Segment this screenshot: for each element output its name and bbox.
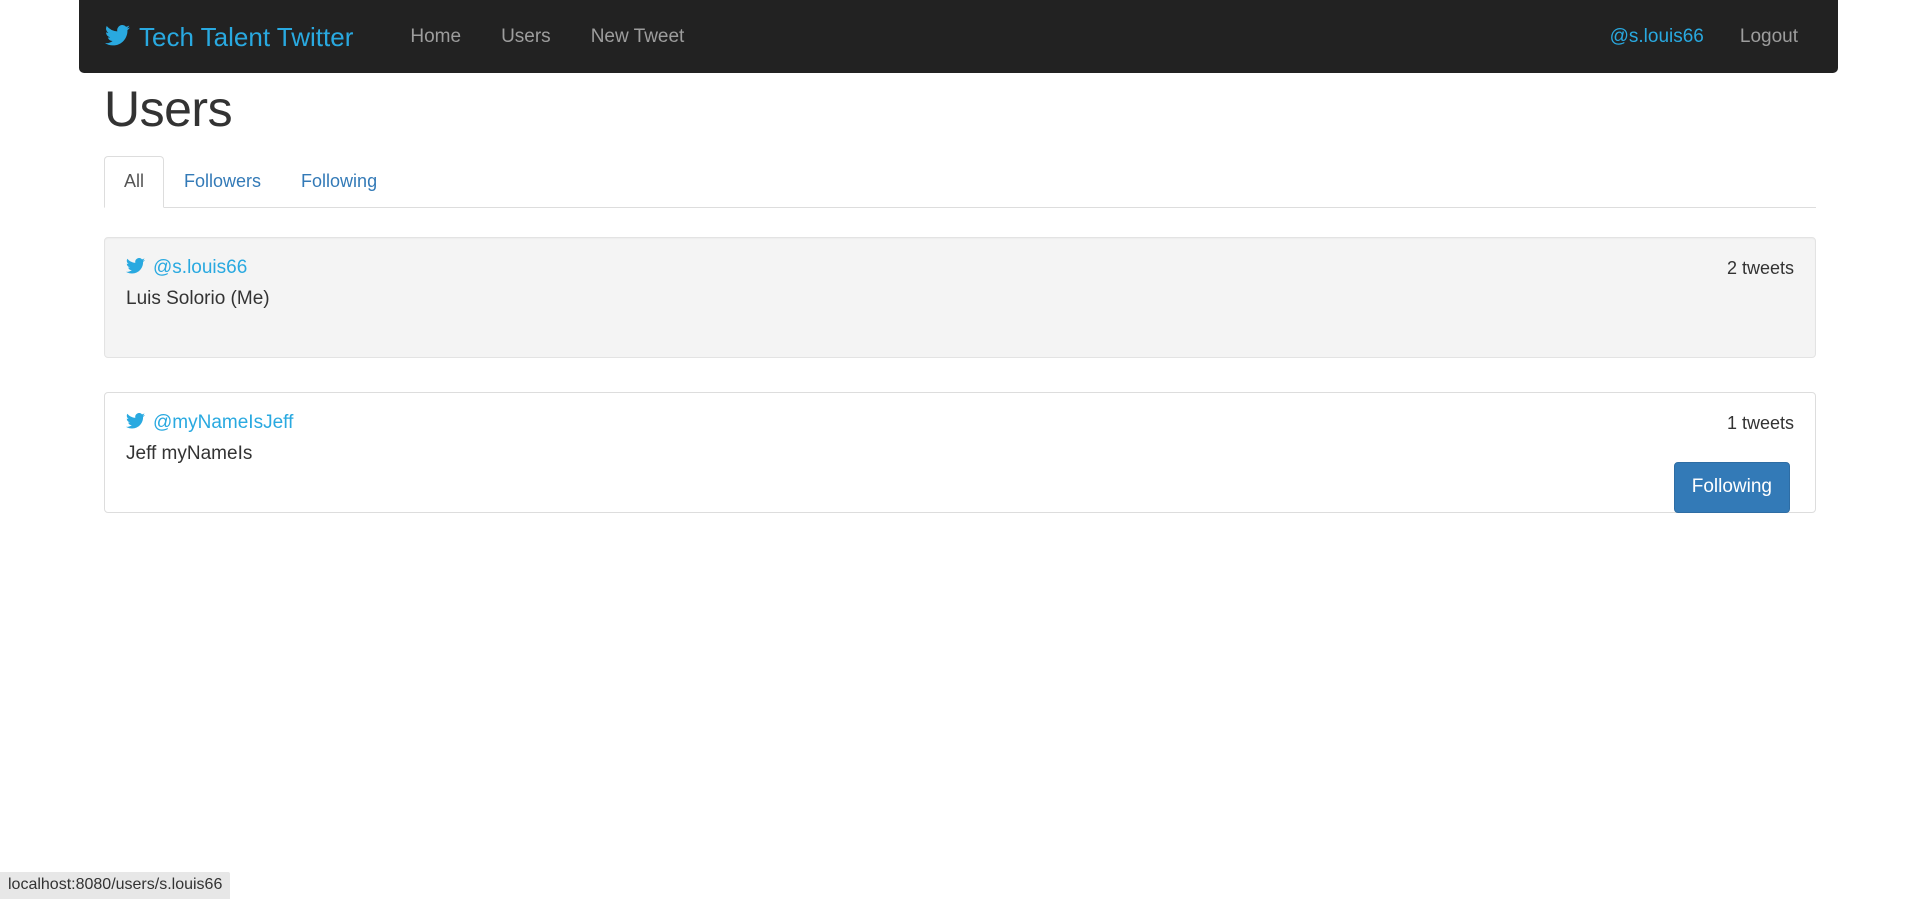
twitter-bird-icon: [126, 257, 145, 279]
user-fullname: Luis Solorio (Me): [126, 288, 270, 309]
user-handle-row: @myNameIsJeff: [126, 412, 1795, 434]
users-tab-bar: All Followers Following: [104, 156, 1816, 208]
twitter-bird-icon: [126, 412, 145, 434]
main-content: Users All Followers Following @s.louis66…: [104, 73, 1816, 547]
user-card: @s.louis66 Luis Solorio (Me) 2 tweets: [104, 237, 1816, 358]
nav-item-users[interactable]: Users: [481, 0, 571, 73]
nav-item-logout[interactable]: Logout: [1720, 0, 1818, 73]
brand-label: Tech Talent Twitter: [139, 21, 354, 52]
tab-all[interactable]: All: [104, 156, 165, 208]
tab-followers[interactable]: Followers: [164, 156, 281, 208]
page-root: Tech Talent Twitter Home Users New Tweet…: [0, 0, 1919, 899]
navbar-left-group: Tech Talent Twitter Home Users New Tweet: [79, 0, 704, 73]
user-handle-link[interactable]: @myNameIsJeff: [153, 412, 293, 434]
nav-item-current-user[interactable]: @s.louis66: [1594, 0, 1720, 73]
tab-following[interactable]: Following: [281, 156, 397, 208]
user-handle-row: @s.louis66: [126, 257, 1795, 279]
brand-link[interactable]: Tech Talent Twitter: [105, 24, 390, 50]
navbar-menu: Home Users New Tweet: [390, 0, 704, 73]
tweet-count: 1 tweets: [1726, 413, 1794, 433]
page-title: Users: [104, 81, 233, 137]
status-bar-url: localhost:8080/users/s.louis66: [0, 872, 231, 899]
twitter-bird-icon: [105, 24, 130, 50]
user-fullname: Jeff myNameIs: [126, 443, 253, 464]
navbar-right-group: @s.louis66 Logout: [1594, 0, 1838, 73]
user-card: @myNameIsJeff Jeff myNameIs 1 tweets Fol…: [104, 392, 1816, 513]
user-list: @s.louis66 Luis Solorio (Me) 2 tweets @m…: [104, 237, 1816, 513]
nav-item-home[interactable]: Home: [390, 0, 481, 73]
following-button[interactable]: Following: [1673, 462, 1790, 513]
top-navbar: Tech Talent Twitter Home Users New Tweet…: [79, 0, 1838, 73]
tweet-count: 2 tweets: [1726, 258, 1794, 278]
nav-item-new-tweet[interactable]: New Tweet: [571, 0, 705, 73]
user-handle-link[interactable]: @s.louis66: [153, 257, 247, 279]
